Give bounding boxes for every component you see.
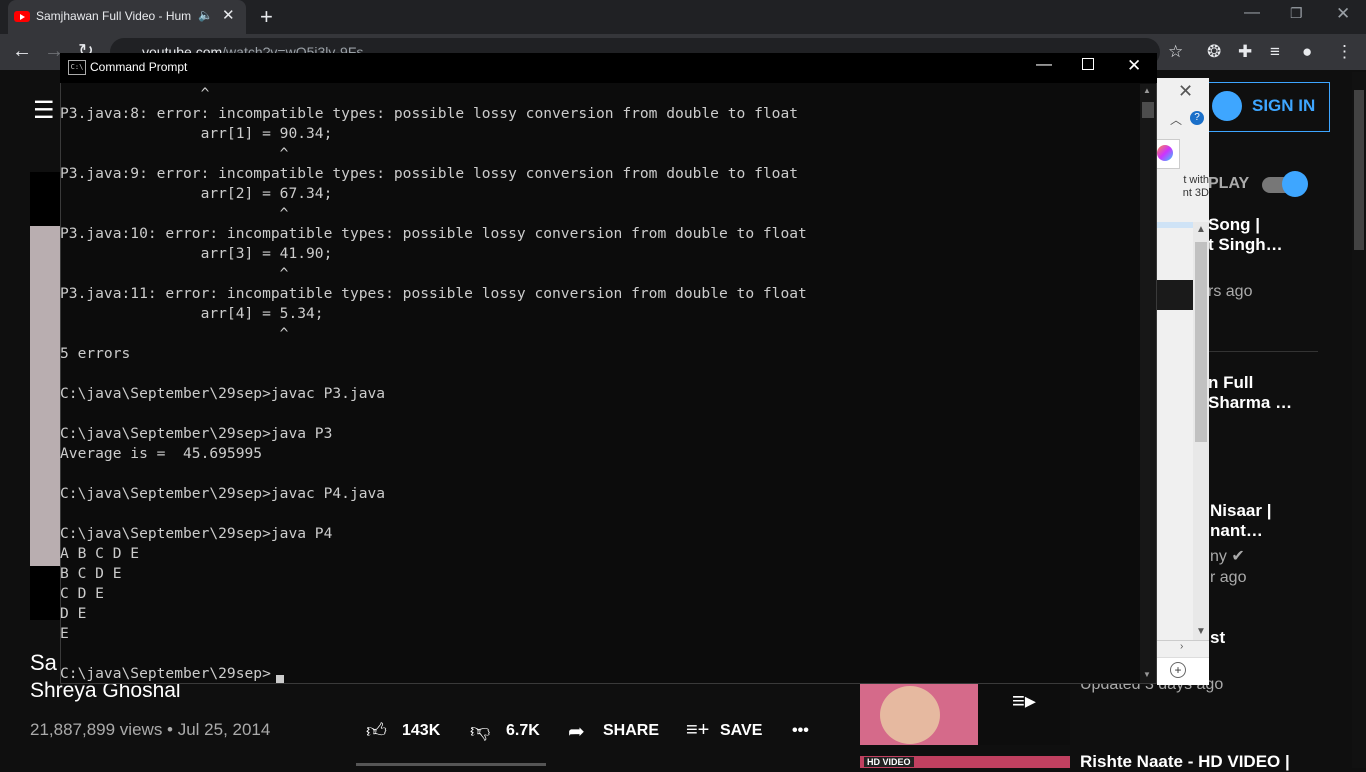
rec-title[interactable]: t Singh… xyxy=(1208,235,1283,255)
cmd-maximize-button[interactable] xyxy=(1082,58,1094,70)
popup-close-icon[interactable]: ✕ xyxy=(1178,81,1193,102)
cmd-titlebar[interactable] xyxy=(60,53,1157,83)
cmd-scroll-down-icon[interactable]: ▼ xyxy=(1143,670,1151,679)
rec-meta: r ago xyxy=(1210,569,1247,586)
tab-title: Samjhawan Full Video - Hum xyxy=(36,9,192,23)
cmd-scroll-up-icon[interactable]: ▲ xyxy=(1143,86,1151,95)
puzzle-icon[interactable]: ✚ xyxy=(1238,42,1252,62)
back-arrow-icon[interactable]: ← xyxy=(12,40,32,63)
rec-channel: ny ✔ xyxy=(1210,548,1245,565)
help-icon[interactable]: ? xyxy=(1190,111,1204,125)
scroll-up-icon[interactable]: ▲ xyxy=(1196,224,1206,235)
rec-title[interactable]: n Full xyxy=(1208,373,1253,393)
rec-title[interactable]: st xyxy=(1210,628,1225,648)
autoplay-toggle-knob[interactable] xyxy=(1282,171,1308,197)
video-title: Sa xyxy=(30,650,57,675)
share-icon[interactable]: ➦ xyxy=(568,719,585,744)
cmd-console-output[interactable]: ^ P3.java:8: error: incompatible types: … xyxy=(60,84,1140,684)
rec-title[interactable]: Nisaar | xyxy=(1210,501,1271,521)
share-button[interactable]: SHARE xyxy=(603,722,659,740)
page-scrollbar-thumb[interactable] xyxy=(1354,90,1364,250)
divider xyxy=(1200,351,1318,352)
hd-badge: HD VIDEO xyxy=(864,757,914,767)
save-button[interactable]: SAVE xyxy=(720,722,762,740)
popup-label: t with nt 3D xyxy=(1182,174,1209,199)
extension-icon[interactable]: ❂ xyxy=(1207,42,1221,62)
rec-title[interactable]: Rishte Naate - HD VIDEO | xyxy=(1080,752,1290,772)
hamburger-menu-icon[interactable]: ☰ xyxy=(33,96,55,125)
media-queue-icon[interactable]: ≡ xyxy=(1270,42,1280,62)
sign-in-label[interactable]: SIGN IN xyxy=(1252,96,1315,116)
account-icon xyxy=(1212,91,1242,121)
browser-minimize-button[interactable]: — xyxy=(1244,4,1260,22)
cmd-window-title: Command Prompt xyxy=(90,60,188,74)
popup-preview xyxy=(1157,280,1193,310)
more-actions-button[interactable]: ••• xyxy=(792,722,809,740)
like-button[interactable]: 143K xyxy=(402,722,440,740)
sentiment-bar xyxy=(356,763,546,766)
browser-restore-button[interactable]: ❐ xyxy=(1290,5,1303,22)
view-count: 21,887,899 views • Jul 25, 2014 xyxy=(30,720,271,739)
dislike-button[interactable]: 6.7K xyxy=(506,722,540,740)
cmd-close-button[interactable]: ✕ xyxy=(1127,56,1141,76)
popup-scrollbar-thumb[interactable] xyxy=(1195,242,1207,442)
youtube-favicon-icon xyxy=(14,11,30,22)
cmd-scrollbar[interactable] xyxy=(1140,84,1156,683)
rec-meta: rs ago xyxy=(1208,283,1253,300)
speaker-icon[interactable]: 🔈 xyxy=(198,8,213,22)
rec-title[interactable]: nant… xyxy=(1210,521,1263,541)
thumbnail-image xyxy=(880,686,940,744)
video-frame xyxy=(30,226,60,566)
scroll-down-icon[interactable]: ▼ xyxy=(1196,626,1206,637)
tab-close-icon[interactable]: ✕ xyxy=(222,6,235,24)
browser-close-button[interactable]: ✕ xyxy=(1336,4,1350,24)
playlist-icon: ≡▸ xyxy=(1012,688,1036,713)
kebab-menu-icon[interactable]: ⋮ xyxy=(1336,42,1353,62)
new-tab-button[interactable]: + xyxy=(260,4,273,30)
thumbs-down-icon[interactable]: 👎︎ xyxy=(470,719,490,743)
cmd-cursor xyxy=(276,675,284,683)
star-icon[interactable]: ☆ xyxy=(1168,42,1183,62)
rec-title[interactable]: Sharma … xyxy=(1208,393,1292,413)
cmd-scrollbar-thumb[interactable] xyxy=(1142,102,1154,118)
add-icon[interactable]: + xyxy=(1170,662,1186,678)
cmd-minimize-button[interactable]: — xyxy=(1036,56,1052,74)
playlist-add-icon[interactable]: ≡+ xyxy=(686,719,709,742)
profile-icon[interactable]: ● xyxy=(1302,42,1312,62)
thumbs-up-icon[interactable]: 👍︎ xyxy=(366,719,387,743)
cmd-app-icon: C:\ xyxy=(68,60,86,75)
scroll-right-icon[interactable]: › xyxy=(1180,641,1183,652)
chevron-up-icon[interactable]: ︿ xyxy=(1170,111,1182,128)
autoplay-label: PLAY xyxy=(1208,175,1250,192)
rec-title[interactable]: Song | xyxy=(1208,215,1260,235)
